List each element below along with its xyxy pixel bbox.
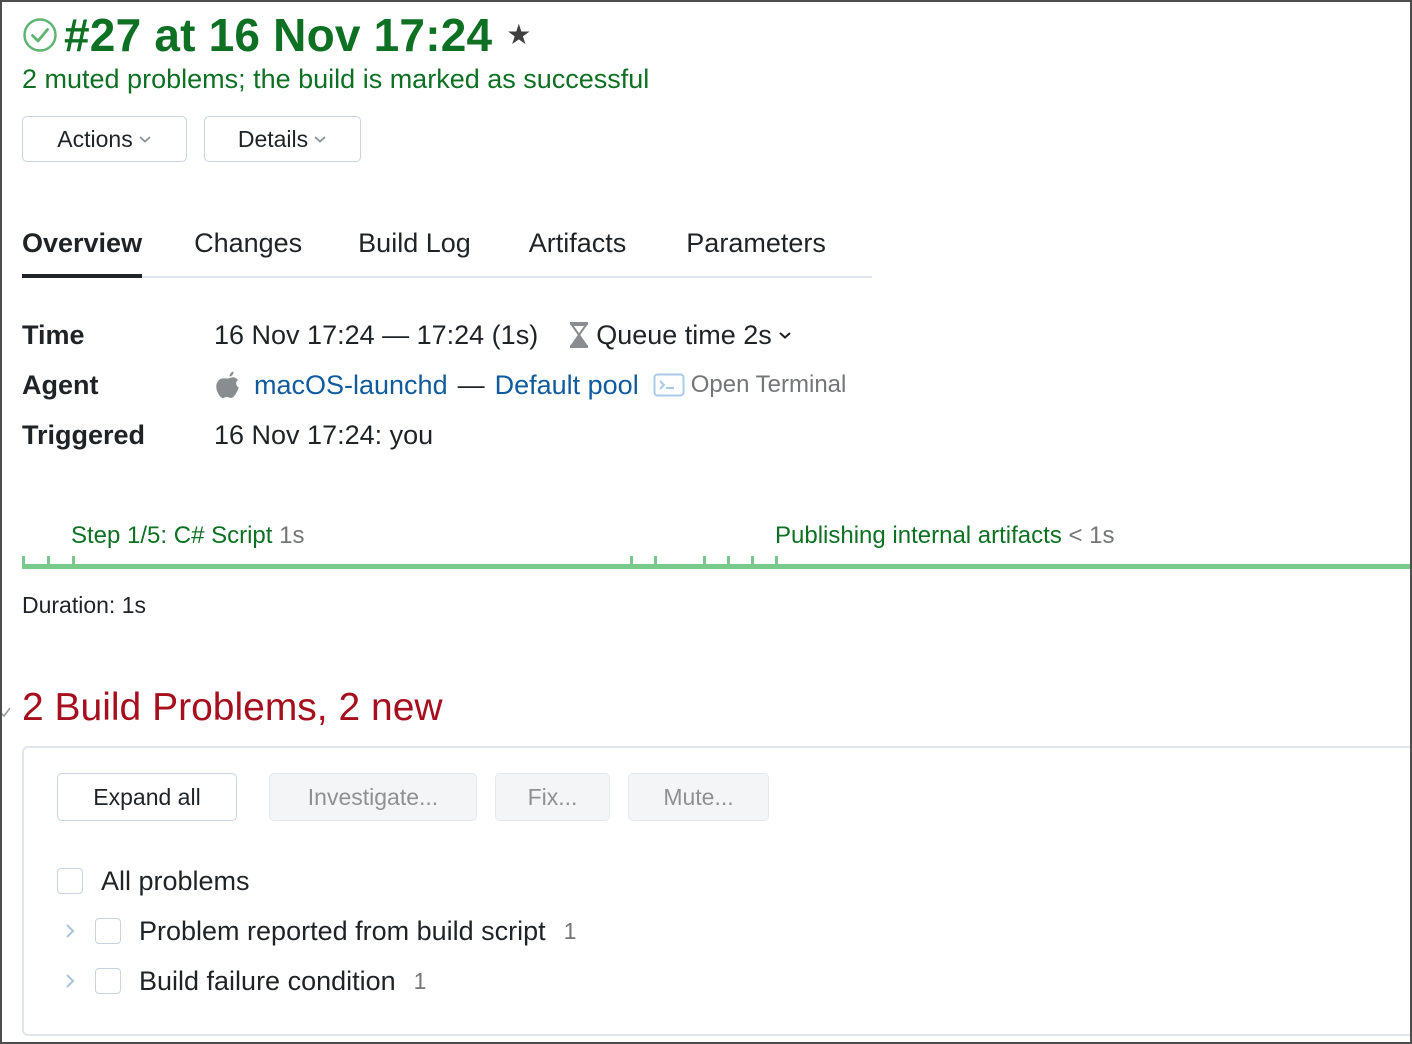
actions-button[interactable]: Actions	[22, 116, 187, 162]
hourglass-icon	[568, 321, 590, 349]
step-label: Step 1/5: C# Script	[71, 522, 273, 549]
investigate-button[interactable]: Investigate...	[269, 773, 477, 821]
chevron-right-icon[interactable]	[63, 971, 77, 991]
time-value-group: 16 Nov 17:24 — 17:24 (1s) Queue time 2s	[214, 320, 792, 351]
agent-label: Agent	[22, 369, 99, 400]
chevron-down-icon	[313, 134, 327, 144]
problem-count: 1	[563, 917, 577, 944]
chevron-down-icon	[778, 330, 792, 340]
problems-title: 2 Build Problems, 2 new	[22, 686, 443, 729]
agent-link[interactable]: macOS-launchd	[254, 370, 448, 401]
agent-row: Agent macOS-launchd — Default pool Open …	[22, 360, 846, 410]
build-info: Time 16 Nov 17:24 — 17:24 (1s) Queue tim…	[22, 310, 846, 460]
build-status-text: 2 muted problems; the build is marked as…	[22, 64, 650, 94]
time-value: 16 Nov 17:24 — 17:24 (1s)	[214, 319, 539, 350]
open-terminal-button[interactable]: Open Terminal	[639, 371, 847, 399]
agent-value-group: macOS-launchd — Default pool Open Termin…	[214, 370, 846, 401]
build-timeline: Step 1/5: C# Script 1s Publishing intern…	[22, 515, 1412, 575]
chevron-right-icon[interactable]	[63, 921, 77, 941]
open-terminal-label: Open Terminal	[690, 371, 847, 398]
triggered-value: 16 Nov 17:24: you	[214, 419, 434, 450]
chevron-collapse-icon[interactable]	[0, 700, 10, 720]
problem-label[interactable]: Problem reported from build script	[139, 916, 546, 947]
step-duration: 1s	[279, 522, 305, 549]
problem-row: Build failure condition 1	[57, 956, 576, 1006]
expand-all-button[interactable]: Expand all	[57, 773, 237, 821]
timeline-bar	[22, 564, 1412, 569]
triggered-row: Triggered 16 Nov 17:24: you	[22, 410, 846, 460]
all-problems-label: All problems	[101, 865, 250, 896]
tab-build-log[interactable]: Build Log	[358, 226, 471, 276]
problem-row: Problem reported from build script 1	[57, 906, 576, 956]
apple-icon	[214, 370, 242, 400]
queue-time-toggle[interactable]: Queue time 2s	[596, 320, 792, 351]
problem-count: 1	[413, 967, 427, 994]
agent-pool-link[interactable]: Default pool	[495, 370, 639, 401]
details-button[interactable]: Details	[204, 116, 361, 162]
problem-checkbox[interactable]	[95, 918, 121, 944]
build-overview-page: #27 at 16 Nov 17:24 ★ 2 muted problems; …	[0, 0, 1412, 1044]
terminal-icon	[653, 373, 685, 397]
build-title: #27 at 16 Nov 17:24	[64, 9, 493, 61]
timeline-step-2[interactable]: Publishing internal artifacts < 1s	[775, 522, 1115, 550]
time-label: Time	[22, 319, 85, 350]
triggered-label: Triggered	[22, 419, 146, 450]
all-problems-row: All problems	[57, 856, 576, 906]
chevron-down-icon	[138, 134, 152, 144]
tab-overview[interactable]: Overview	[22, 226, 143, 278]
all-problems-checkbox[interactable]	[57, 868, 83, 894]
problems-panel: Expand all Investigate... Fix... Mute...…	[22, 746, 1412, 1036]
tab-parameters[interactable]: Parameters	[686, 226, 826, 276]
timeline-step-1[interactable]: Step 1/5: C# Script 1s	[71, 522, 304, 550]
fix-button[interactable]: Fix...	[495, 773, 610, 821]
actions-button-label: Actions	[57, 125, 133, 152]
build-tabs: Overview Changes Build Log Artifacts Par…	[22, 226, 872, 278]
tab-artifacts[interactable]: Artifacts	[529, 226, 627, 276]
build-header: #27 at 16 Nov 17:24 ★	[22, 12, 531, 58]
problem-checkbox[interactable]	[95, 968, 121, 994]
time-row: Time 16 Nov 17:24 — 17:24 (1s) Queue tim…	[22, 310, 846, 360]
queue-time-text: Queue time 2s	[596, 319, 772, 350]
step-label: Publishing internal artifacts	[775, 522, 1062, 549]
problem-label[interactable]: Build failure condition	[139, 966, 396, 997]
header-buttons: Actions Details	[22, 116, 361, 162]
tab-changes[interactable]: Changes	[194, 226, 302, 276]
duration-text: Duration: 1s	[22, 592, 147, 618]
step-duration: < 1s	[1068, 522, 1115, 549]
star-icon[interactable]: ★	[506, 21, 531, 49]
problem-list: All problems Problem reported from build…	[57, 856, 576, 1006]
problems-toolbar: Expand all Investigate... Fix... Mute...	[57, 773, 769, 821]
mute-button[interactable]: Mute...	[628, 773, 769, 821]
agent-separator: —	[457, 369, 485, 400]
check-circle-icon	[22, 17, 58, 53]
details-button-label: Details	[237, 125, 309, 152]
